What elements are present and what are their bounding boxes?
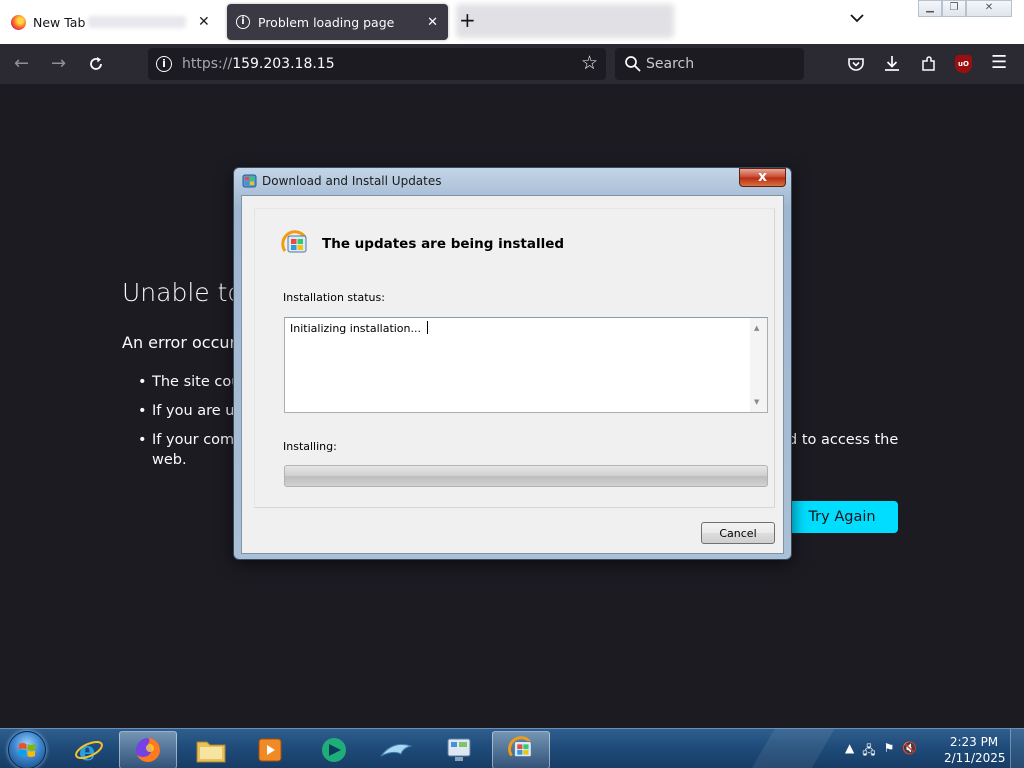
dialog-close-button[interactable]: x	[739, 168, 786, 187]
green-app-icon	[322, 738, 346, 762]
tab-title: Problem loading page	[258, 14, 395, 30]
site-info-icon[interactable]: i	[156, 56, 172, 72]
error-subtitle: An error occur	[122, 333, 237, 352]
show-desktop-button[interactable]	[1010, 729, 1024, 768]
dialog-client-area: The updates are being installed Installa…	[241, 195, 784, 554]
back-icon[interactable]: ←	[14, 54, 29, 74]
action-center-flag-icon[interactable]: ⚑	[884, 741, 895, 762]
taskbar-control-panel[interactable]	[430, 731, 488, 768]
windows-update-icon	[508, 736, 532, 758]
windows-update-large-icon	[281, 230, 307, 253]
dialog-heading: The updates are being installed	[322, 236, 565, 252]
bullet-text: If you are ur	[152, 403, 241, 419]
installation-status-textbox[interactable]: Initializing installation... ▲ ▼	[284, 317, 768, 413]
taskbar-windows-explorer[interactable]	[182, 731, 240, 768]
taskbar-internet-explorer[interactable]: e	[60, 731, 118, 768]
taskbar-firefox[interactable]	[119, 731, 177, 768]
minimize-button[interactable]: ▁	[918, 0, 942, 17]
taskbar-media-player[interactable]	[241, 731, 299, 768]
bullet-text: If your comp	[152, 432, 244, 448]
internet-explorer-icon: e	[75, 737, 103, 765]
status-scrollbar[interactable]: ▲ ▼	[750, 318, 767, 412]
svg-text:e: e	[79, 737, 96, 765]
installation-status-label: Installation status:	[283, 291, 385, 304]
windows-logo-icon	[19, 743, 35, 757]
url-text[interactable]: https://159.203.18.15	[182, 56, 335, 72]
extensions-icon[interactable]	[920, 55, 938, 73]
bullet-tail-text: d to access the	[788, 432, 899, 448]
text-caret	[427, 321, 429, 334]
clock-time: 2:23 PM	[949, 735, 999, 749]
taskbar-windows-update[interactable]	[492, 731, 550, 768]
taskbar-green-app[interactable]	[305, 731, 363, 768]
bullet-text: The site cou	[152, 374, 241, 390]
network-icon[interactable]: 🖧	[862, 741, 875, 762]
reload-icon[interactable]	[87, 55, 105, 73]
pocket-icon[interactable]	[847, 55, 865, 73]
window-close-button[interactable]: ✕	[966, 0, 1012, 17]
taskbar-dolphin-app[interactable]	[368, 731, 426, 768]
show-hidden-icons-icon[interactable]: ▲	[845, 741, 854, 762]
volume-muted-icon[interactable]: 🔇	[902, 741, 917, 762]
blurred-tab-text	[88, 16, 186, 28]
firefox-icon	[136, 738, 160, 762]
new-tab-button[interactable]: +	[459, 10, 476, 30]
close-tab-icon[interactable]: ✕	[427, 15, 438, 30]
blurred-tab	[456, 4, 674, 38]
maximize-button[interactable]: ❐	[942, 0, 966, 17]
scroll-up-icon[interactable]: ▲	[754, 324, 759, 332]
tab-title: New Tab	[33, 14, 86, 30]
url-bar[interactable]: i https://159.203.18.15 ☆	[148, 48, 606, 80]
try-again-button[interactable]: Try Again	[786, 501, 898, 533]
cancel-button[interactable]: Cancel	[701, 522, 775, 544]
control-panel-icon	[447, 738, 471, 761]
url-scheme: https://	[182, 56, 233, 72]
firefox-favicon-icon	[11, 14, 26, 30]
info-icon: i	[236, 15, 250, 29]
scroll-down-icon[interactable]: ▼	[754, 398, 759, 406]
installing-label: Installing:	[283, 440, 337, 453]
bookmark-star-icon[interactable]: ☆	[581, 52, 598, 74]
update-dialog: Download and Install Updates x The updat…	[233, 167, 792, 560]
clock-date: 2/11/2025	[944, 751, 1006, 765]
tab-new-tab[interactable]: New Tab ✕	[0, 4, 220, 40]
media-player-icon	[258, 738, 282, 762]
search-placeholder: Search	[646, 56, 695, 72]
window-controls: ▁ ❐ ✕	[918, 0, 1012, 17]
menu-icon[interactable]: ☰	[991, 53, 1007, 73]
downloads-icon[interactable]	[883, 54, 901, 74]
taskbar: e ▲ 🖧 ⚑ 🔇 2:23 PM 2/11/2025	[0, 728, 1024, 768]
folder-icon	[196, 741, 226, 763]
forward-icon[interactable]: →	[51, 54, 66, 74]
dolphin-icon	[380, 743, 413, 757]
dialog-title: Download and Install Updates	[262, 174, 442, 188]
install-progress-bar	[284, 465, 768, 487]
tab-problem-loading[interactable]: i Problem loading page ✕	[227, 4, 448, 40]
start-button[interactable]	[8, 731, 46, 768]
list-all-tabs-icon[interactable]	[850, 11, 864, 25]
search-bar[interactable]: Search	[615, 48, 804, 80]
error-title: Unable to	[122, 278, 243, 307]
dialog-content-panel: The updates are being installed Installa…	[254, 208, 775, 508]
status-text: Initializing installation...	[290, 322, 422, 335]
system-tray: ▲ 🖧 ⚑ 🔇	[845, 741, 917, 762]
windows-update-icon	[242, 174, 257, 188]
system-clock[interactable]: 2:23 PM 2/11/2025	[944, 734, 1006, 766]
url-host: 159.203.18.15	[232, 56, 335, 72]
search-icon	[625, 56, 641, 72]
ublock-icon[interactable]: uO	[955, 55, 972, 73]
close-tab-icon[interactable]: ✕	[198, 14, 210, 30]
tab-strip: New Tab ✕ i Problem loading page ✕ + ▁ ❐…	[0, 0, 1024, 44]
